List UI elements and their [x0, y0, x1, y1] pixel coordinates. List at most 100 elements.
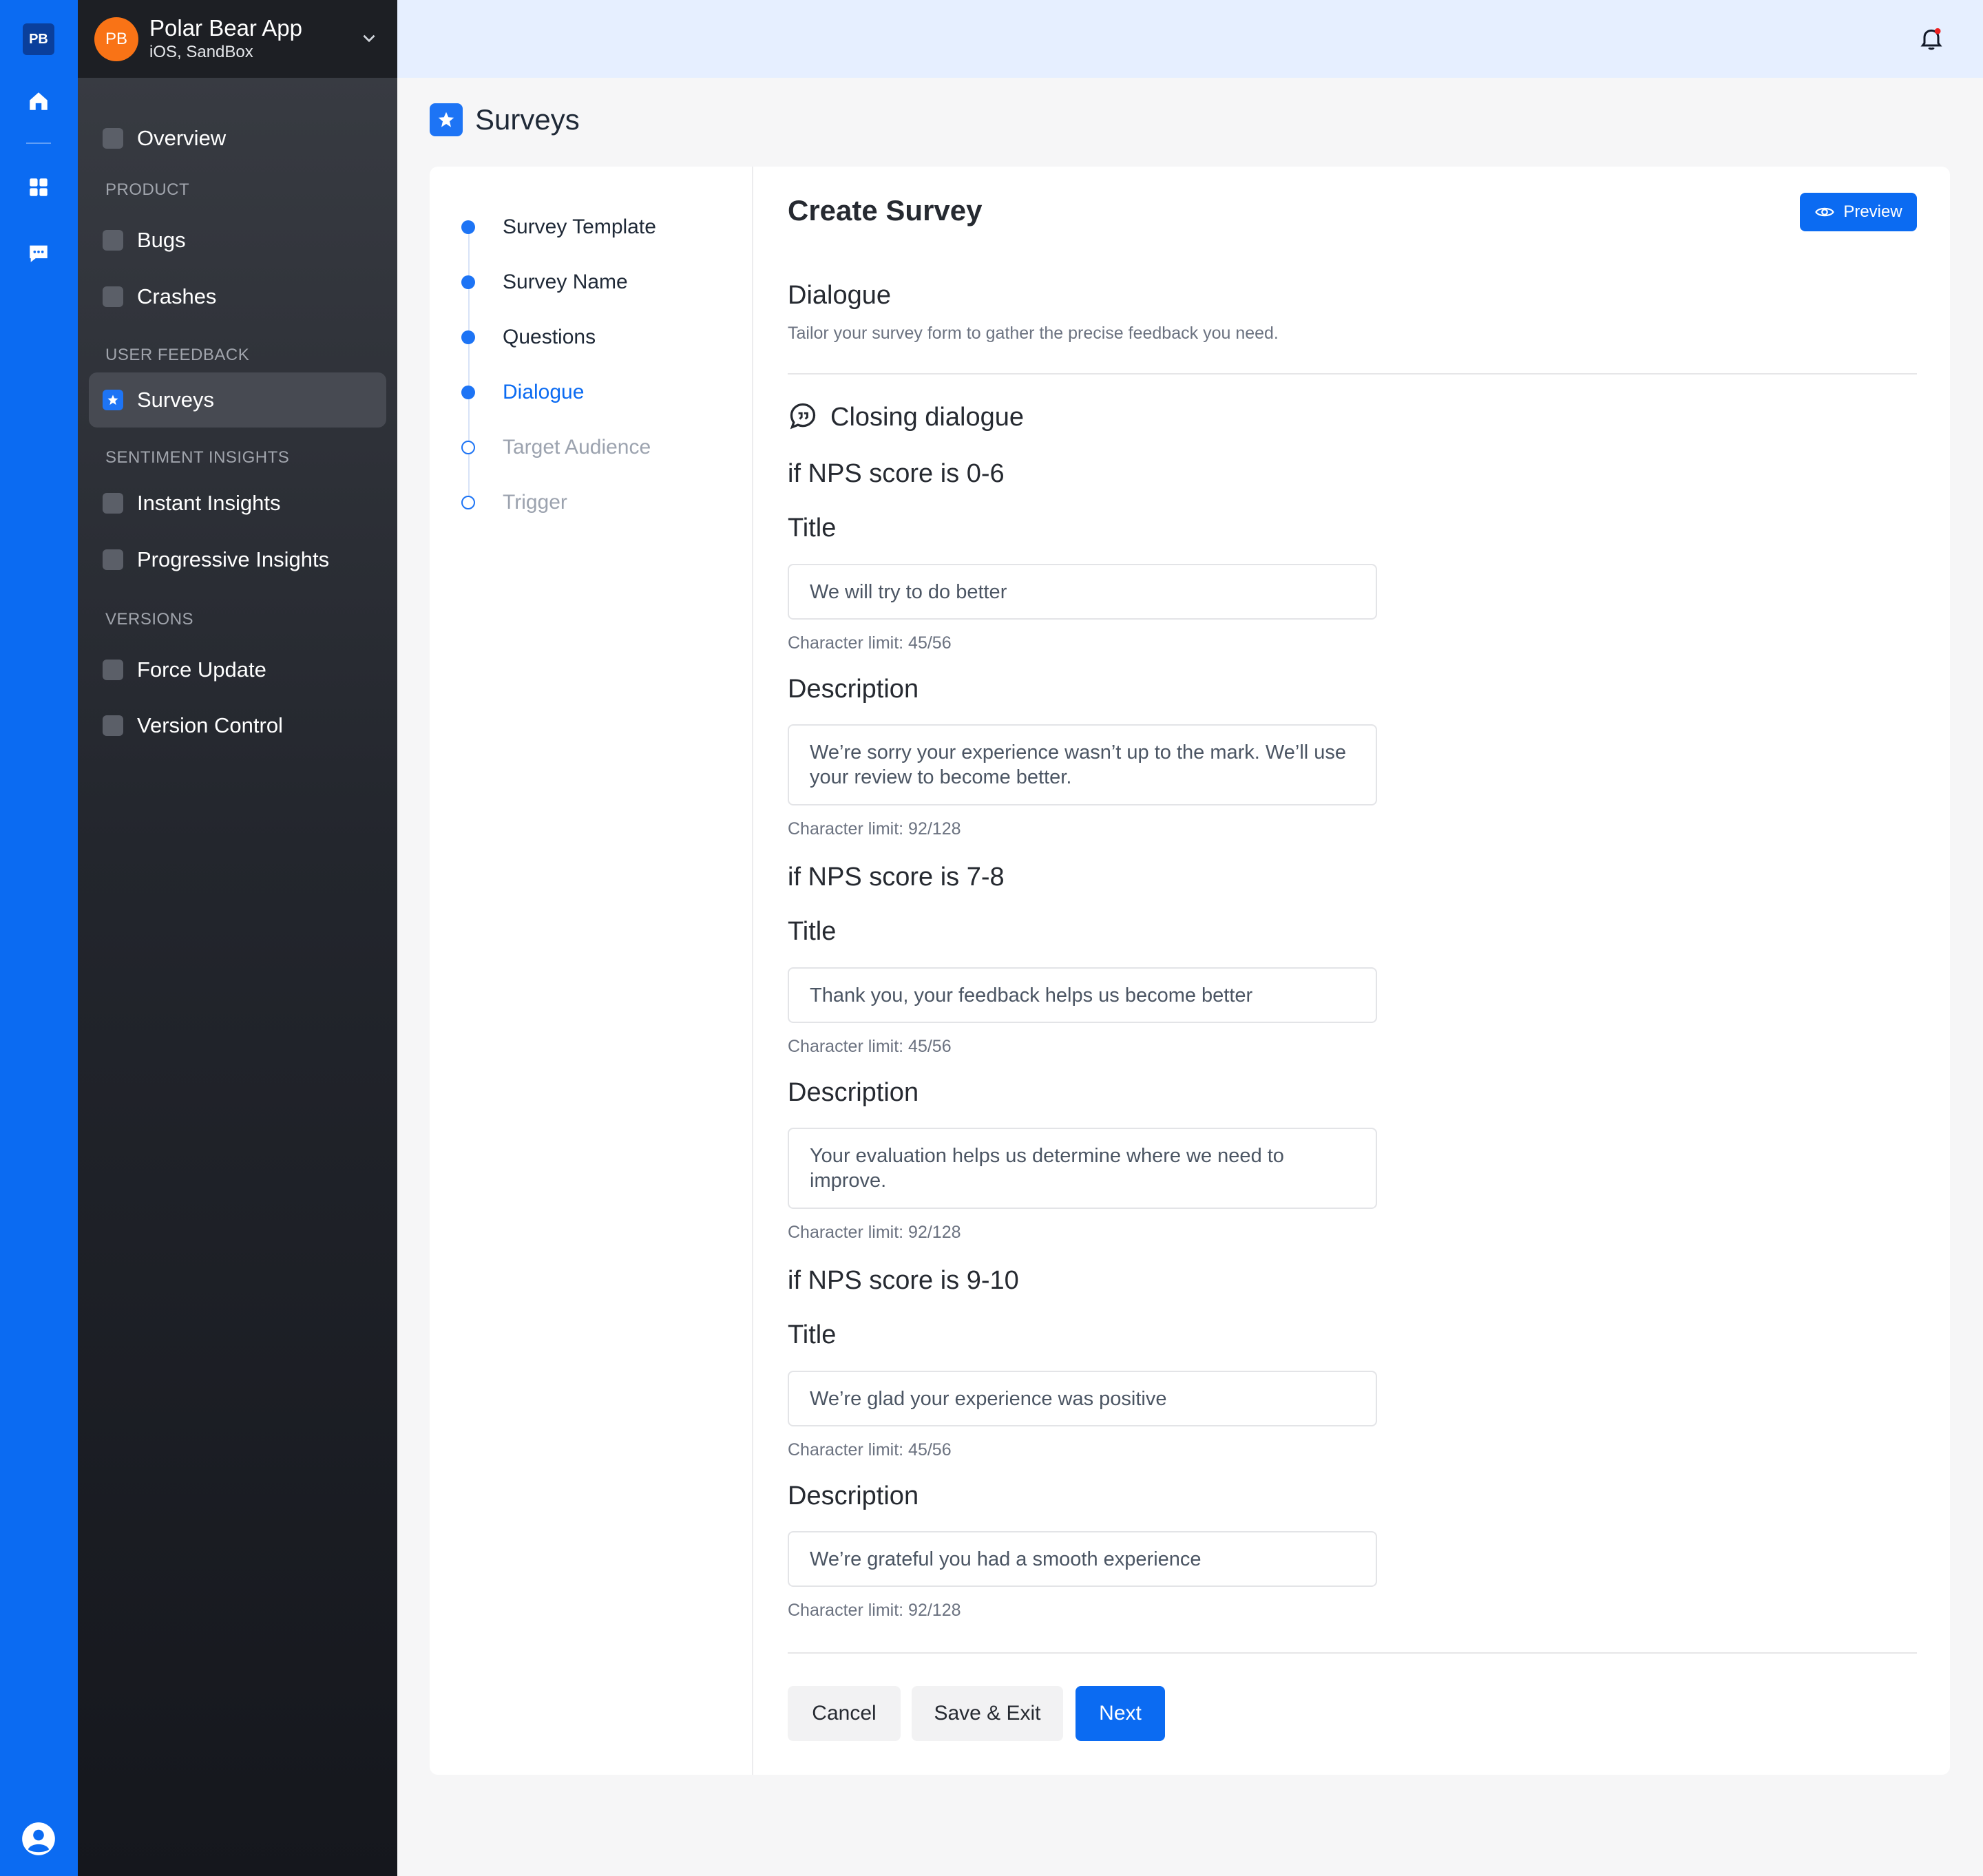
title-char-limit: Character limit: 45/56	[788, 1440, 952, 1459]
divider	[788, 373, 1917, 375]
nav-label: Instant Insights	[137, 491, 281, 515]
overview-icon	[103, 128, 123, 149]
title-input[interactable]: We’re glad your experience was positive	[788, 1371, 1377, 1426]
preview-label: Preview	[1843, 202, 1902, 221]
nav-item-instant-insights[interactable]: Instant Insights	[89, 476, 386, 531]
top-bar	[397, 0, 1983, 78]
closing-dialogue-header: Closing dialogue	[788, 401, 1024, 434]
nav-item-version-control[interactable]: Version Control	[89, 698, 386, 753]
section-title: Dialogue	[788, 281, 891, 310]
heart-icon	[103, 493, 123, 514]
eye-icon	[1815, 207, 1835, 217]
survey-card: Survey Template Survey Name Questions Di…	[430, 167, 1950, 1775]
section-product: PRODUCT	[105, 180, 190, 199]
step-label: Survey Name	[503, 271, 628, 293]
stepper: Survey Template Survey Name Questions Di…	[430, 167, 753, 1775]
star-icon	[103, 390, 123, 410]
section-subtitle: Tailor your survey form to gather the pr…	[788, 324, 1279, 343]
nps-heading: if NPS score is 0-6	[788, 459, 1005, 488]
chevron-down-icon[interactable]	[360, 29, 378, 50]
app-platform: iOS, SandBox	[149, 43, 253, 61]
star-icon	[430, 103, 463, 136]
step-label: Dialogue	[503, 381, 585, 403]
description-input[interactable]: We’re sorry your experience wasn’t up to…	[788, 724, 1377, 805]
section-sentiment: SENTIMENT INSIGHTS	[105, 448, 290, 467]
page-title: Surveys	[475, 103, 580, 136]
title-char-limit: Character limit: 45/56	[788, 633, 952, 653]
title-label: Title	[788, 917, 837, 946]
nav-label: Version Control	[137, 713, 283, 737]
description-input[interactable]: Your evaluation helps us determine where…	[788, 1128, 1377, 1209]
cancel-button[interactable]: Cancel	[788, 1686, 901, 1741]
closing-dialogue-title: Closing dialogue	[830, 403, 1024, 432]
nav-item-crashes[interactable]: Crashes	[89, 269, 386, 324]
step-label: Questions	[503, 326, 596, 348]
preview-button[interactable]: Preview	[1800, 193, 1917, 231]
box-icon	[103, 715, 123, 736]
title-label: Title	[788, 1320, 837, 1349]
next-button[interactable]: Next	[1076, 1686, 1165, 1741]
step-label: Target Audience	[503, 436, 651, 459]
nav-label: Bugs	[137, 228, 186, 252]
step-dot	[461, 275, 475, 289]
nav-item-progressive-insights[interactable]: Progressive Insights	[89, 532, 386, 587]
crash-icon	[103, 286, 123, 307]
section-versions: VERSIONS	[105, 610, 194, 629]
bug-icon	[103, 230, 123, 251]
title-input[interactable]: We will try to do better	[788, 564, 1377, 620]
link-icon	[103, 549, 123, 570]
bell-icon[interactable]	[1918, 25, 1945, 52]
description-label: Description	[788, 1482, 919, 1510]
nav-label: Crashes	[137, 284, 217, 308]
save-exit-button[interactable]: Save & Exit	[912, 1686, 1063, 1741]
step-survey-template[interactable]: Survey Template	[457, 213, 656, 241]
step-label: Trigger	[503, 491, 567, 514]
step-target-audience[interactable]: Target Audience	[457, 434, 651, 461]
nav-item-overview[interactable]: Overview	[89, 111, 386, 166]
app-avatar: PB	[94, 17, 138, 61]
nav-label: Overview	[137, 126, 227, 150]
nav-item-force-update[interactable]: Force Update	[89, 642, 386, 697]
app-switcher[interactable]: PB Polar Bear App iOS, SandBox	[78, 0, 397, 78]
quote-bubble-icon	[788, 401, 818, 434]
step-dialogue[interactable]: Dialogue	[457, 379, 584, 406]
nav-label: Progressive Insights	[137, 547, 330, 571]
step-dot	[461, 496, 475, 509]
section-user-feedback: USER FEEDBACK	[105, 346, 250, 364]
rail-divider	[26, 143, 51, 144]
title-char-limit: Character limit: 45/56	[788, 1037, 952, 1056]
app-name: Polar Bear App	[149, 15, 302, 41]
title-input[interactable]: Thank you, your feedback helps us become…	[788, 967, 1377, 1023]
description-label: Description	[788, 1078, 919, 1107]
step-label: Survey Template	[503, 215, 656, 238]
step-survey-name[interactable]: Survey Name	[457, 268, 628, 296]
step-dot	[461, 441, 475, 454]
workspace-badge[interactable]: PB	[23, 23, 54, 55]
step-dot	[461, 386, 475, 399]
form-title: Create Survey	[788, 194, 983, 226]
description-input[interactable]: We’re grateful you had a smooth experien…	[788, 1531, 1377, 1587]
description-label: Description	[788, 675, 919, 704]
grid-icon[interactable]	[25, 173, 52, 201]
nav-item-surveys[interactable]: Surveys	[89, 372, 386, 428]
description-char-limit: Character limit: 92/128	[788, 819, 961, 839]
step-trigger[interactable]: Trigger	[457, 489, 567, 516]
nav-label: Surveys	[137, 388, 214, 412]
nav-item-bugs[interactable]: Bugs	[89, 213, 386, 268]
user-account-icon[interactable]	[21, 1821, 56, 1857]
nps-heading: if NPS score is 7-8	[788, 863, 1005, 892]
step-questions[interactable]: Questions	[457, 324, 596, 351]
divider	[788, 1652, 1917, 1654]
description-char-limit: Character limit: 92/128	[788, 1223, 961, 1242]
home-icon[interactable]	[25, 87, 52, 115]
nps-heading: if NPS score is 9-10	[788, 1266, 1019, 1295]
title-label: Title	[788, 514, 837, 542]
update-icon	[103, 660, 123, 680]
step-dot	[461, 220, 475, 234]
chat-icon[interactable]	[25, 240, 52, 267]
app-rail: PB	[0, 0, 78, 1876]
step-dot	[461, 330, 475, 344]
description-char-limit: Character limit: 92/128	[788, 1601, 961, 1620]
nav-sidebar: PB Polar Bear App iOS, SandBox Overview …	[78, 0, 397, 1876]
page-header: Surveys	[430, 103, 580, 136]
